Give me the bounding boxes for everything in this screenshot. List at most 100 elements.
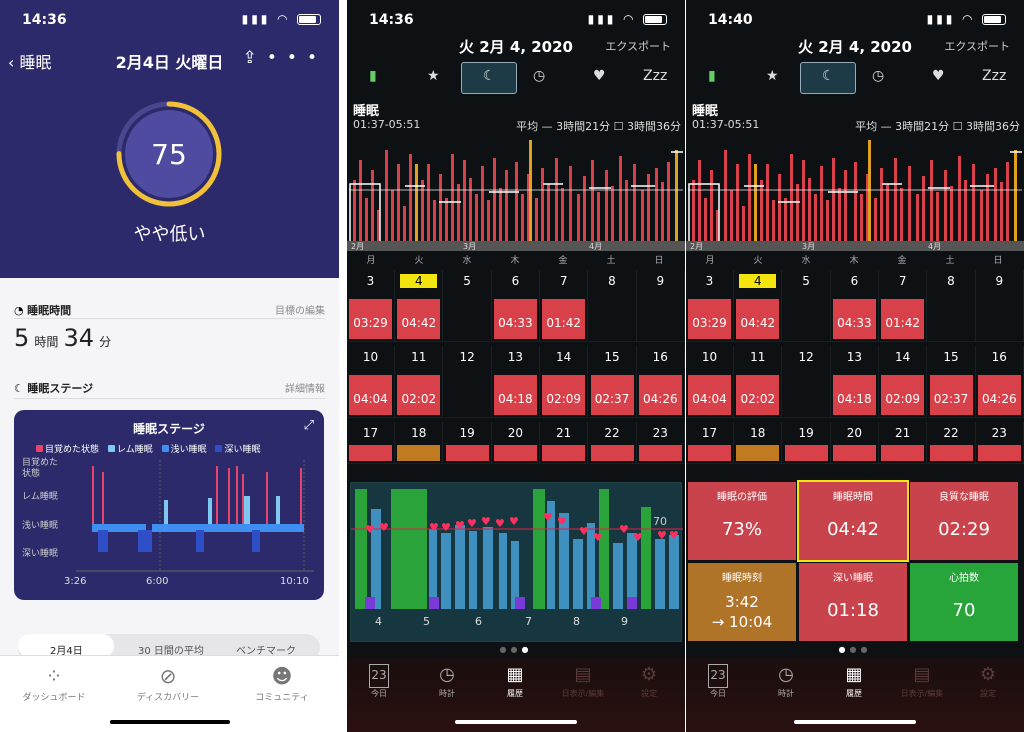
calendar-day-cell[interactable]: 12 (443, 346, 492, 418)
calendar-day-cell[interactable]: 17 (347, 422, 395, 464)
clock-icon[interactable]: ◷ (872, 68, 884, 84)
calendar-day-cell[interactable]: 7 01:42 (879, 270, 928, 342)
moon-icon[interactable]: ☾ (483, 68, 496, 84)
calendar-day-cell[interactable]: 23 (636, 422, 685, 464)
minutes-unit: 分 (99, 335, 112, 349)
calendar-day-cell[interactable]: 16 04:26 (975, 346, 1024, 418)
calendar-day-cell[interactable]: 22 (927, 422, 976, 464)
calendar-day-cell[interactable]: 18 (395, 422, 444, 464)
tab-clock[interactable]: ◷ 時計 (756, 664, 816, 699)
calendar-day-cell[interactable]: 14 02:09 (540, 346, 589, 418)
page-indicator[interactable]: ●●● (686, 645, 1024, 654)
sleep-duration-bar: 04:33 (832, 299, 876, 339)
calendar-day-cell[interactable]: 11 02:02 (395, 346, 444, 418)
star-icon[interactable]: ★ (766, 68, 779, 84)
calendar-day-cell[interactable]: 3 03:29 (347, 270, 395, 342)
weekday-sat: 土 (945, 256, 955, 266)
calendar-day-cell[interactable]: 6 04:33 (491, 270, 540, 342)
page-indicator[interactable]: ●●● (347, 645, 685, 654)
battery-category-icon[interactable]: ▮ (708, 68, 716, 84)
svg-text:♥: ♥ (633, 531, 643, 544)
sleep-stage-card[interactable]: 睡眠ステージ ⤢ 目覚めた状態 レム睡眠 浅い睡眠 深い睡眠 目覚めた 状態 レム… (14, 410, 324, 600)
calendar-day-cell[interactable]: 5 (782, 270, 831, 342)
calendar-icon: 23 (708, 664, 728, 688)
calendar-day-cell[interactable]: 9 (636, 270, 685, 342)
stat-tile[interactable]: 睡眠の評価 73% (688, 482, 796, 560)
calendar-day-cell[interactable]: 12 (782, 346, 831, 418)
calendar-day-cell[interactable]: 7 01:42 (540, 270, 589, 342)
calendar-day-cell[interactable]: 4 04:42 (734, 270, 783, 342)
battery-category-icon[interactable]: ▮ (369, 68, 377, 84)
stat-tile[interactable]: 睡眠時刻 3:42 → 10:04 (688, 563, 796, 641)
calendar-day-cell[interactable]: 21 (540, 422, 589, 464)
calendar-day-cell[interactable]: 18 (734, 422, 783, 464)
tab-community[interactable]: ☻ コミュニティ (232, 664, 332, 703)
sleep-duration-bar (881, 445, 925, 461)
stat-tile[interactable]: 良質な睡眠 02:29 (910, 482, 1018, 560)
heart-icon[interactable]: ♥ (932, 68, 945, 84)
tab-today[interactable]: 23 今日 (349, 664, 409, 699)
expand-icon[interactable]: ⤢ (304, 418, 314, 433)
calendar-day-cell[interactable]: 8 (927, 270, 976, 342)
tab-settings[interactable]: ⚙ 設定 (958, 664, 1018, 699)
tab-dashboard[interactable]: ⁘ ダッシュボード (4, 664, 104, 703)
tab-history[interactable]: ▦ 履歴 (824, 664, 884, 699)
star-icon[interactable]: ★ (427, 68, 440, 84)
zzz-icon[interactable]: Zzz (643, 68, 667, 84)
calendar-day-cell[interactable]: 11 02:02 (734, 346, 783, 418)
calendar-edit-icon: ▤ (913, 664, 931, 685)
calendar-day-cell[interactable]: 8 (588, 270, 637, 342)
zzz-icon[interactable]: Zzz (982, 68, 1006, 84)
tab-day-edit[interactable]: ▤ 日表示/編集 (892, 664, 952, 699)
stat-tile[interactable]: 睡眠時間 04:42 (797, 480, 909, 562)
moon-icon[interactable]: ☾ (822, 68, 835, 84)
stat-tile[interactable]: 心拍数 70 (910, 563, 1018, 641)
day-number: 15 (604, 350, 620, 364)
tab-discovery[interactable]: ⊘ ディスカバリー (118, 664, 218, 703)
calendar-day-cell[interactable]: 13 04:18 (491, 346, 540, 418)
tab-day-edit[interactable]: ▤ 日表示/編集 (553, 664, 613, 699)
sleep-duration-bar: 02:09 (542, 375, 586, 415)
stat-tile[interactable]: 深い睡眠 01:18 (799, 563, 907, 641)
calendar-day-cell[interactable]: 16 04:26 (636, 346, 685, 418)
calendar-day-cell[interactable]: 6 04:33 (830, 270, 879, 342)
calendar-day-cell[interactable]: 17 (686, 422, 734, 464)
calendar-day-cell[interactable]: 14 02:09 (879, 346, 928, 418)
heart-icon[interactable]: ♥ (593, 68, 606, 84)
calendar-day-cell[interactable]: 20 (830, 422, 879, 464)
calendar-day-cell[interactable]: 9 (975, 270, 1024, 342)
details-link[interactable]: 詳細情報 (285, 380, 325, 395)
calendar-day-cell[interactable]: 19 (443, 422, 492, 464)
card-title: 睡眠ステージ (133, 422, 205, 436)
tab-today[interactable]: 23 今日 (688, 664, 748, 699)
hours-unit: 時間 (34, 335, 59, 349)
export-button[interactable]: エクスポート (605, 38, 671, 54)
export-button[interactable]: エクスポート (944, 38, 1010, 54)
calendar-day-cell[interactable]: 22 (588, 422, 637, 464)
calendar-day-cell[interactable]: 21 (879, 422, 928, 464)
calendar-day-cell[interactable]: 10 04:04 (686, 346, 734, 418)
edit-goal-link[interactable]: 目標の編集 (275, 302, 325, 317)
clock-icon[interactable]: ◷ (533, 68, 545, 84)
calendar-day-cell[interactable]: 5 (443, 270, 492, 342)
calendar-day-cell[interactable]: 15 02:37 (927, 346, 976, 418)
month-axis: 2月 3月 4月 (347, 241, 685, 251)
calendar-day-cell[interactable]: 19 (782, 422, 831, 464)
sleep-duration-bar: 04:33 (493, 299, 537, 339)
sleep-duration-bar: 02:02 (736, 375, 780, 415)
calendar-day-cell[interactable]: 15 02:37 (588, 346, 637, 418)
more-icon[interactable]: ••• (267, 48, 327, 68)
tab-history[interactable]: ▦ 履歴 (485, 664, 545, 699)
calendar-day-cell[interactable]: 23 (975, 422, 1024, 464)
tab-clock[interactable]: ◷ 時計 (417, 664, 477, 699)
calendar-day-cell[interactable]: 13 04:18 (830, 346, 879, 418)
calendar-day-cell[interactable]: 3 03:29 (686, 270, 734, 342)
calendar-day-cell[interactable]: 20 (491, 422, 540, 464)
sleep-duration-bar: 02:09 (881, 375, 925, 415)
day-number: 3 (705, 274, 714, 288)
calendar-day-cell[interactable]: 10 04:04 (347, 346, 395, 418)
share-icon[interactable]: ⇪ (243, 48, 267, 68)
status-bar: 14:40 ▮▮▮ ◠ (686, 0, 1024, 40)
tab-settings[interactable]: ⚙ 設定 (619, 664, 679, 699)
calendar-day-cell[interactable]: 4 04:42 (395, 270, 444, 342)
